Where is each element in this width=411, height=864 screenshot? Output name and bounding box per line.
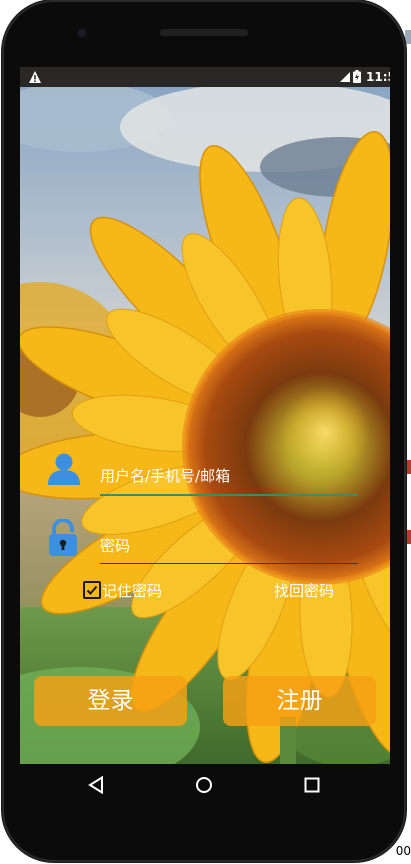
navigation-bar: [18, 764, 388, 806]
warning-triangle-icon: [29, 71, 41, 83]
username-input[interactable]: [100, 462, 358, 490]
lock-icon: [49, 519, 77, 556]
checkmark-icon: [86, 585, 98, 595]
home-circle-icon[interactable]: [195, 776, 213, 794]
front-camera: [76, 27, 88, 39]
forgot-password-link[interactable]: 找回密码: [274, 580, 334, 601]
remember-password-label[interactable]: 记住密码: [102, 580, 162, 601]
background-fragment: [405, 30, 411, 44]
app-screen: 11:57 记住密码 找回密码 登录 注册: [20, 67, 390, 764]
back-triangle-icon[interactable]: [88, 776, 104, 794]
password-input[interactable]: [100, 532, 358, 560]
sunflower-wallpaper: [20, 87, 390, 764]
phone-frame: 11:57 记住密码 找回密码 登录 注册: [2, 0, 406, 862]
remember-password-checkbox[interactable]: [83, 581, 101, 599]
username-underline: [100, 494, 358, 496]
corner-text: 00: [395, 844, 411, 858]
recent-apps-square-icon[interactable]: [304, 777, 320, 793]
user-icon: [48, 453, 80, 485]
login-button[interactable]: 登录: [34, 676, 187, 726]
earpiece-speaker: [160, 29, 248, 36]
status-bar: 11:57: [20, 67, 390, 87]
register-button[interactable]: 注册: [223, 676, 376, 726]
status-clock: 11:57: [366, 70, 390, 84]
cell-signal-icon: [340, 72, 350, 82]
password-underline: [100, 563, 358, 564]
battery-charging-icon: [353, 70, 361, 83]
